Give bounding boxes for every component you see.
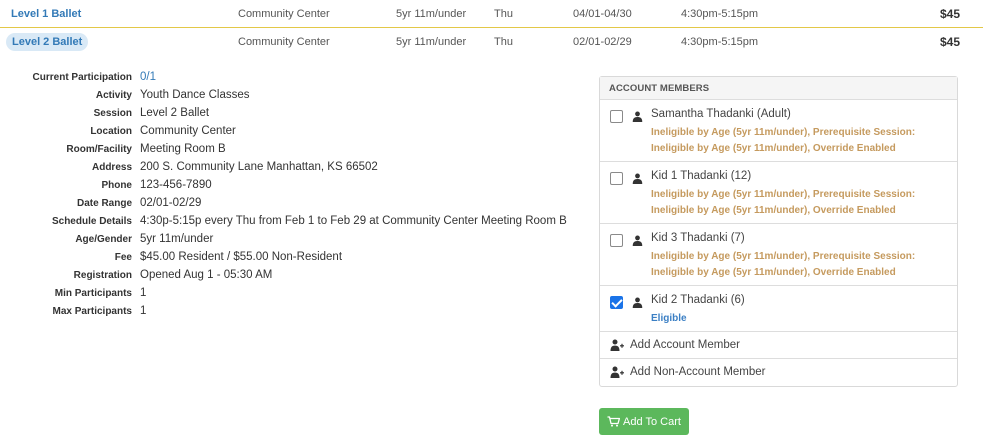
detail-label: Max Participants bbox=[52, 306, 132, 317]
member-name: Samantha Thadanki (Adult) bbox=[651, 108, 791, 120]
detail-value: Community Center bbox=[140, 125, 236, 137]
session-row[interactable]: Level 1 Ballet Community Center 5yr 11m/… bbox=[0, 0, 983, 28]
add-user-icon bbox=[610, 339, 624, 351]
detail-row-age-gender: Age/Gender 5yr 11m/under bbox=[0, 232, 560, 250]
session-dates: 04/01-04/30 bbox=[573, 7, 632, 20]
detail-row-location: Location Community Center bbox=[0, 124, 560, 142]
user-icon bbox=[632, 111, 643, 122]
detail-label: Location bbox=[90, 126, 132, 137]
user-icon bbox=[632, 297, 643, 308]
session-name-link[interactable]: Level 2 Ballet bbox=[6, 32, 89, 51]
member-checkbox-checked[interactable] bbox=[610, 296, 623, 309]
detail-label: Fee bbox=[114, 252, 132, 263]
member-eligibility: Ineligible by Age (5yr 11m/under), Prere… bbox=[651, 127, 916, 154]
session-price: $45 bbox=[939, 6, 960, 21]
member-checkbox[interactable] bbox=[610, 110, 623, 123]
detail-row-phone: Phone 123-456-7890 bbox=[0, 178, 560, 196]
session-time: 4:30pm-5:15pm bbox=[681, 35, 759, 48]
detail-label: Address bbox=[91, 162, 132, 173]
detail-label: Phone bbox=[101, 180, 132, 191]
panel-title: ACCOUNT MEMBERS bbox=[600, 77, 957, 100]
session-age: 5yr 11m/under bbox=[396, 35, 467, 48]
detail-value: Youth Dance Classes bbox=[140, 89, 250, 101]
detail-row-date-range: Date Range 02/01-02/29 bbox=[0, 196, 560, 214]
detail-value: Meeting Room B bbox=[140, 143, 226, 155]
detail-label: Min Participants bbox=[54, 288, 132, 299]
detail-row-address: Address 200 S. Community Lane Manhattan,… bbox=[0, 160, 560, 178]
session-row-selected[interactable]: Level 2 Ballet Community Center 5yr 11m/… bbox=[0, 28, 983, 55]
member-row[interactable]: Samantha Thadanki (Adult) Ineligible by … bbox=[600, 100, 957, 162]
detail-value: 5yr 11m/under bbox=[140, 233, 214, 245]
detail-row-min-participants: Min Participants 1 bbox=[0, 286, 560, 304]
detail-row-registration: Registration Opened Aug 1 - 05:30 AM bbox=[0, 268, 560, 286]
member-checkbox[interactable] bbox=[610, 234, 623, 247]
detail-value: 02/01-02/29 bbox=[140, 197, 202, 209]
member-eligibility: Eligible bbox=[651, 313, 687, 324]
member-row[interactable]: Kid 3 Thadanki (7) Ineligible by Age (5y… bbox=[600, 224, 957, 286]
detail-value: Opened Aug 1 - 05:30 AM bbox=[140, 269, 273, 281]
current-participation-link[interactable]: 0/1 bbox=[140, 71, 156, 83]
detail-row-max-participants: Max Participants 1 bbox=[0, 304, 560, 322]
member-name: Kid 3 Thadanki (7) bbox=[651, 232, 745, 244]
member-row[interactable]: Kid 1 Thadanki (12) Ineligible by Age (5… bbox=[600, 162, 957, 224]
session-location: Community Center bbox=[238, 7, 330, 20]
add-non-account-member-button[interactable]: Add Non-Account Member bbox=[600, 359, 957, 385]
session-price: $45 bbox=[939, 34, 960, 49]
detail-value: 1 bbox=[140, 287, 147, 299]
add-non-account-member-label: Add Non-Account Member bbox=[630, 366, 766, 378]
member-name: Kid 1 Thadanki (12) bbox=[651, 170, 752, 182]
member-eligibility: Ineligible by Age (5yr 11m/under), Prere… bbox=[651, 251, 916, 278]
detail-row-participation: Current Participation 0/1 bbox=[0, 70, 560, 88]
member-checkbox[interactable] bbox=[610, 172, 623, 185]
detail-label: Date Range bbox=[76, 198, 132, 209]
detail-label: Session bbox=[93, 108, 132, 119]
add-account-member-label: Add Account Member bbox=[630, 339, 740, 351]
detail-label: Age/Gender bbox=[75, 234, 132, 245]
session-name-link[interactable]: Level 1 Ballet bbox=[11, 8, 81, 20]
add-user-icon bbox=[610, 366, 624, 378]
detail-value: 4:30p-5:15p every Thu from Feb 1 to Feb … bbox=[140, 215, 567, 227]
session-time: 4:30pm-5:15pm bbox=[681, 7, 759, 20]
user-icon bbox=[632, 173, 643, 184]
session-day: Thu bbox=[494, 7, 513, 20]
detail-value: $45.00 Resident / $55.00 Non-Resident bbox=[140, 251, 343, 263]
detail-row-fee: Fee $45.00 Resident / $55.00 Non-Residen… bbox=[0, 250, 560, 268]
session-location: Community Center bbox=[238, 35, 330, 48]
session-day: Thu bbox=[494, 35, 513, 48]
detail-row-room: Room/Facility Meeting Room B bbox=[0, 142, 560, 160]
detail-label: Room/Facility bbox=[66, 144, 132, 155]
member-row[interactable]: Kid 2 Thadanki (6) Eligible bbox=[600, 286, 957, 332]
cart-icon bbox=[607, 416, 621, 427]
account-members-panel: ACCOUNT MEMBERS Samantha Thadanki (Adult… bbox=[599, 76, 958, 387]
user-icon bbox=[632, 235, 643, 246]
add-account-member-button[interactable]: Add Account Member bbox=[600, 332, 957, 359]
detail-row-session: Session Level 2 Ballet bbox=[0, 106, 560, 124]
session-dates: 02/01-02/29 bbox=[573, 35, 632, 48]
detail-value: 123-456-7890 bbox=[140, 179, 212, 191]
detail-value: Level 2 Ballet bbox=[140, 107, 210, 119]
member-eligibility: Ineligible by Age (5yr 11m/under), Prere… bbox=[651, 189, 916, 216]
detail-label: Registration bbox=[73, 270, 132, 281]
detail-label: Schedule Details bbox=[51, 216, 132, 227]
detail-label: Activity bbox=[95, 90, 132, 101]
detail-label: Current Participation bbox=[32, 72, 132, 83]
add-to-cart-label: Add To Cart bbox=[623, 415, 681, 428]
detail-row-activity: Activity Youth Dance Classes bbox=[0, 88, 560, 106]
detail-value: 200 S. Community Lane Manhattan, KS 6650… bbox=[140, 161, 378, 173]
detail-value: 1 bbox=[140, 305, 147, 317]
add-to-cart-button[interactable]: Add To Cart bbox=[599, 408, 689, 435]
detail-row-schedule: Schedule Details 4:30p-5:15p every Thu f… bbox=[0, 214, 567, 232]
session-age: 5yr 11m/under bbox=[396, 7, 467, 20]
member-name: Kid 2 Thadanki (6) bbox=[651, 294, 745, 306]
